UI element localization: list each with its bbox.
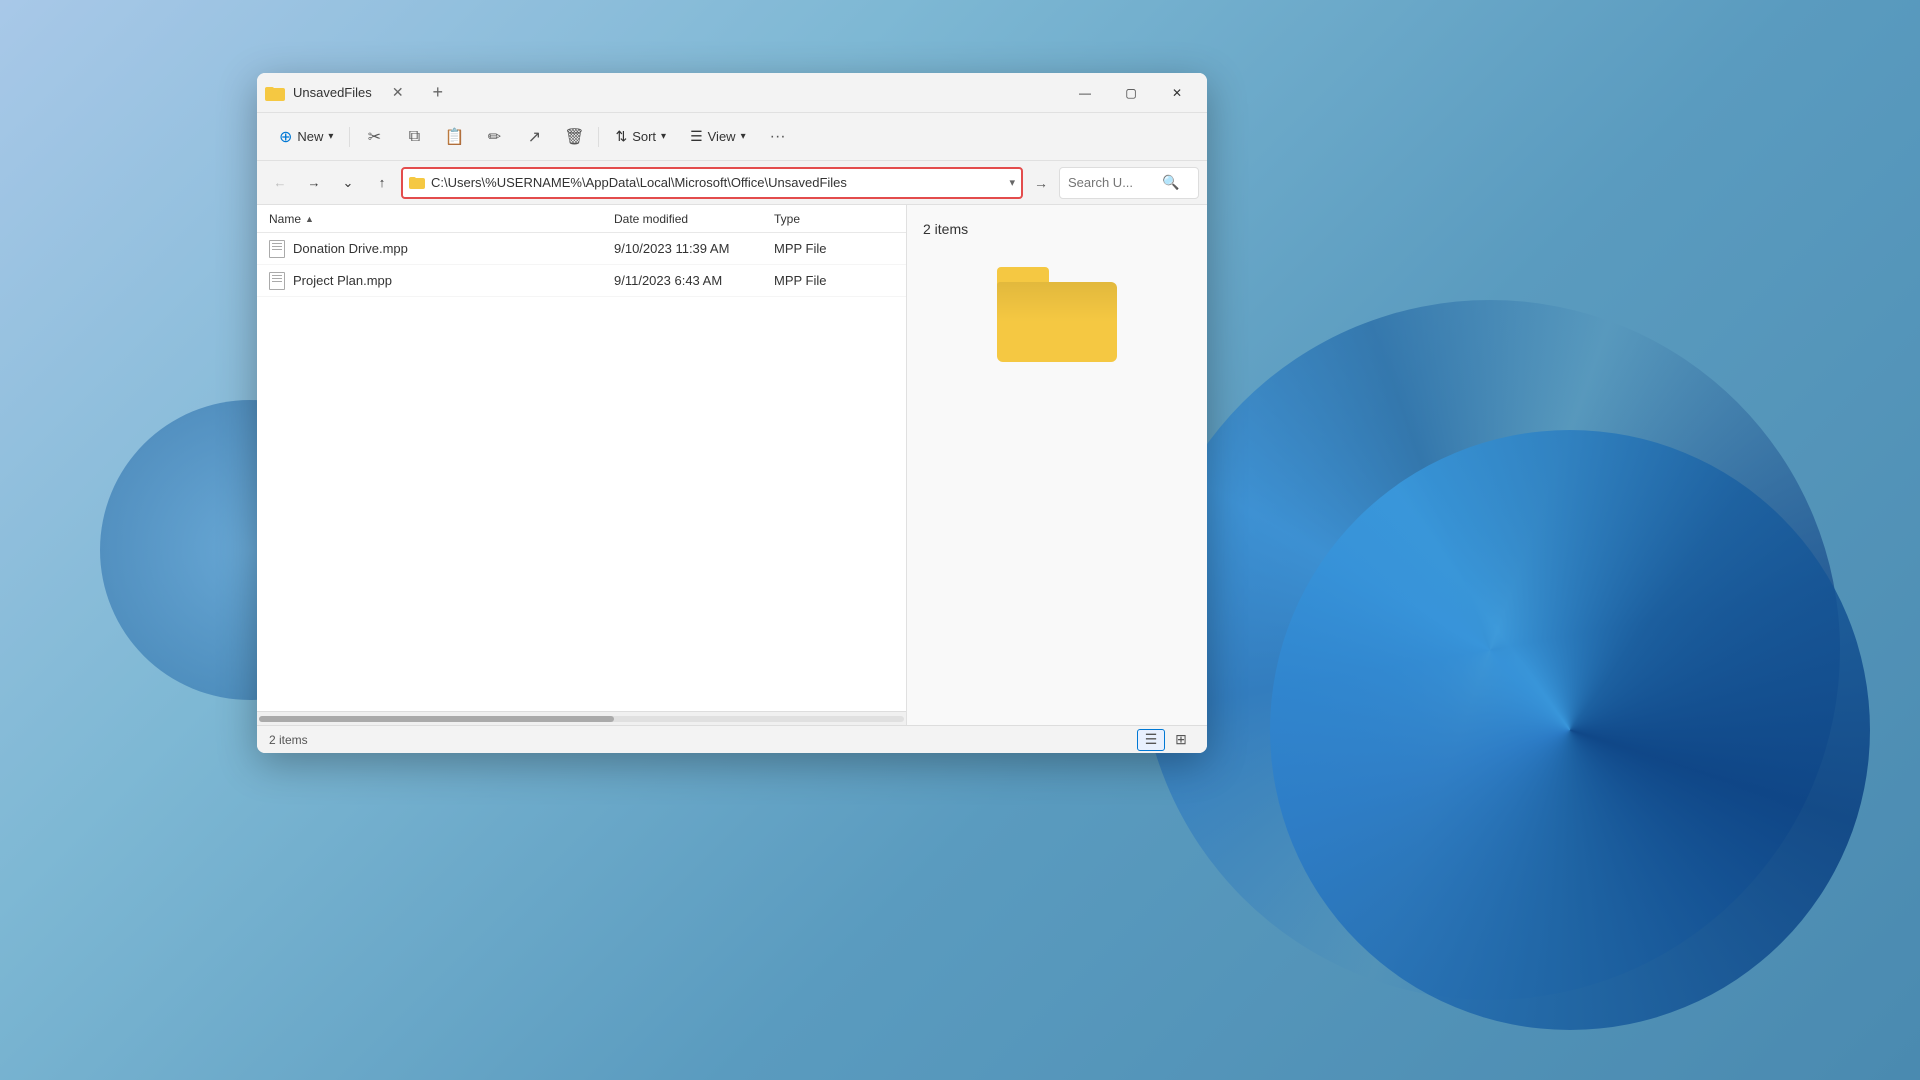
file-type-cell: MPP File: [774, 241, 894, 256]
search-input[interactable]: [1068, 175, 1158, 190]
file-type-cell: MPP File: [774, 273, 894, 288]
file-date-value: 9/10/2023 11:39 AM: [614, 241, 729, 256]
address-dropdown-icon[interactable]: ▾: [1009, 176, 1015, 189]
address-bar[interactable]: ▾: [401, 167, 1023, 199]
file-date-value: 9/11/2023 6:43 AM: [614, 273, 722, 288]
table-row[interactable]: Project Plan.mpp 9/11/2023 6:43 AM MPP F…: [257, 265, 906, 297]
search-bar[interactable]: 🔍: [1059, 167, 1199, 199]
file-type-value: MPP File: [774, 241, 827, 256]
sort-chevron-icon: ▾: [661, 131, 666, 142]
file-list-empty-space: [257, 297, 906, 711]
column-name-header[interactable]: Name ▲: [269, 212, 614, 226]
preview-item-count: 2 items: [923, 221, 968, 237]
sort-label: Sort: [632, 129, 656, 144]
file-type-value: MPP File: [774, 273, 827, 288]
preview-folder-icon: [997, 267, 1117, 362]
file-name-cell: Donation Drive.mpp: [269, 240, 614, 258]
toolbar-separator-2: [598, 127, 599, 147]
new-chevron-icon: ▾: [328, 131, 333, 142]
forward-button[interactable]: →: [299, 168, 329, 198]
file-icon: [269, 272, 285, 290]
horizontal-scrollbar[interactable]: [257, 711, 906, 725]
file-name-cell: Project Plan.mpp: [269, 272, 614, 290]
sort-arrow-icon: ▲: [305, 214, 314, 224]
back-button[interactable]: ←: [265, 168, 295, 198]
title-bar: UnsavedFiles ✕ + — ▢ ✕: [257, 73, 1207, 113]
sort-button[interactable]: ⇅ Sort ▾: [605, 123, 676, 150]
cut-button[interactable]: ✂: [356, 119, 392, 155]
copy-button[interactable]: ⧉: [396, 119, 432, 155]
view-chevron-icon: ▾: [741, 131, 746, 142]
column-name-label: Name: [269, 212, 301, 226]
status-view-buttons: ☰ ⊞: [1137, 729, 1195, 751]
tab-add-button[interactable]: +: [424, 79, 452, 107]
sort-icon: ⇅: [615, 128, 627, 145]
column-type-header[interactable]: Type: [774, 212, 894, 226]
tab-close-button[interactable]: ✕: [384, 79, 412, 107]
close-button[interactable]: ✕: [1155, 77, 1199, 109]
column-date-label: Date modified: [614, 212, 688, 226]
title-bar-left: UnsavedFiles ✕ +: [265, 79, 1063, 107]
file-name-label: Donation Drive.mpp: [293, 241, 408, 256]
column-date-header[interactable]: Date modified: [614, 212, 774, 226]
address-input[interactable]: [431, 175, 1003, 190]
window-title: UnsavedFiles: [293, 85, 372, 100]
status-count: 2 items: [269, 733, 308, 747]
file-name-label: Project Plan.mpp: [293, 273, 392, 288]
scrollbar-track: [259, 716, 904, 722]
new-button[interactable]: ⊕ New ▾: [269, 122, 343, 152]
toolbar: ⊕ New ▾ ✂ ⧉ 📋 ✏ ↗ 🗑 ⇅ Sort ▾ ☰ View ▾ ··…: [257, 113, 1207, 161]
rename-button[interactable]: ✏: [476, 119, 512, 155]
new-icon: ⊕: [279, 127, 292, 147]
file-icon: [269, 240, 285, 258]
toolbar-separator-1: [349, 127, 350, 147]
column-headers: Name ▲ Date modified Type: [257, 205, 906, 233]
preview-panel: 2 items: [907, 205, 1207, 725]
window-controls: — ▢ ✕: [1063, 77, 1199, 109]
address-go-button[interactable]: →: [1027, 169, 1055, 197]
new-label: New: [297, 129, 323, 144]
preview-folder-shadow: [997, 282, 1117, 362]
delete-button[interactable]: 🗑: [556, 119, 592, 155]
content-area: Name ▲ Date modified Type Donation Drive…: [257, 205, 1207, 725]
title-folder-icon: [265, 85, 285, 101]
view-label: View: [708, 129, 736, 144]
address-folder-icon: [409, 176, 425, 189]
view-icon: ☰: [690, 128, 703, 145]
preview-folder-body: [997, 282, 1117, 362]
explorer-window: UnsavedFiles ✕ + — ▢ ✕ ⊕ New ▾ ✂ ⧉ 📋 ✏ ↗…: [257, 73, 1207, 753]
paste-button[interactable]: 📋: [436, 119, 472, 155]
file-date-cell: 9/11/2023 6:43 AM: [614, 273, 774, 288]
details-view-button[interactable]: ☰: [1137, 729, 1165, 751]
search-icon: 🔍: [1162, 174, 1179, 191]
view-button[interactable]: ☰ View ▾: [680, 123, 756, 150]
file-list-panel: Name ▲ Date modified Type Donation Drive…: [257, 205, 907, 725]
up-button[interactable]: ↑: [367, 168, 397, 198]
minimize-button[interactable]: —: [1063, 77, 1107, 109]
scrollbar-thumb[interactable]: [259, 716, 614, 722]
share-button[interactable]: ↗: [516, 119, 552, 155]
column-type-label: Type: [774, 212, 800, 226]
maximize-button[interactable]: ▢: [1109, 77, 1153, 109]
more-options-button[interactable]: ···: [760, 119, 796, 155]
recent-button[interactable]: ⌄: [333, 168, 363, 198]
file-date-cell: 9/10/2023 11:39 AM: [614, 241, 774, 256]
address-row: ← → ⌄ ↑ ▾ → 🔍: [257, 161, 1207, 205]
table-row[interactable]: Donation Drive.mpp 9/10/2023 11:39 AM MP…: [257, 233, 906, 265]
status-bar: 2 items ☰ ⊞: [257, 725, 1207, 753]
large-icons-view-button[interactable]: ⊞: [1167, 729, 1195, 751]
